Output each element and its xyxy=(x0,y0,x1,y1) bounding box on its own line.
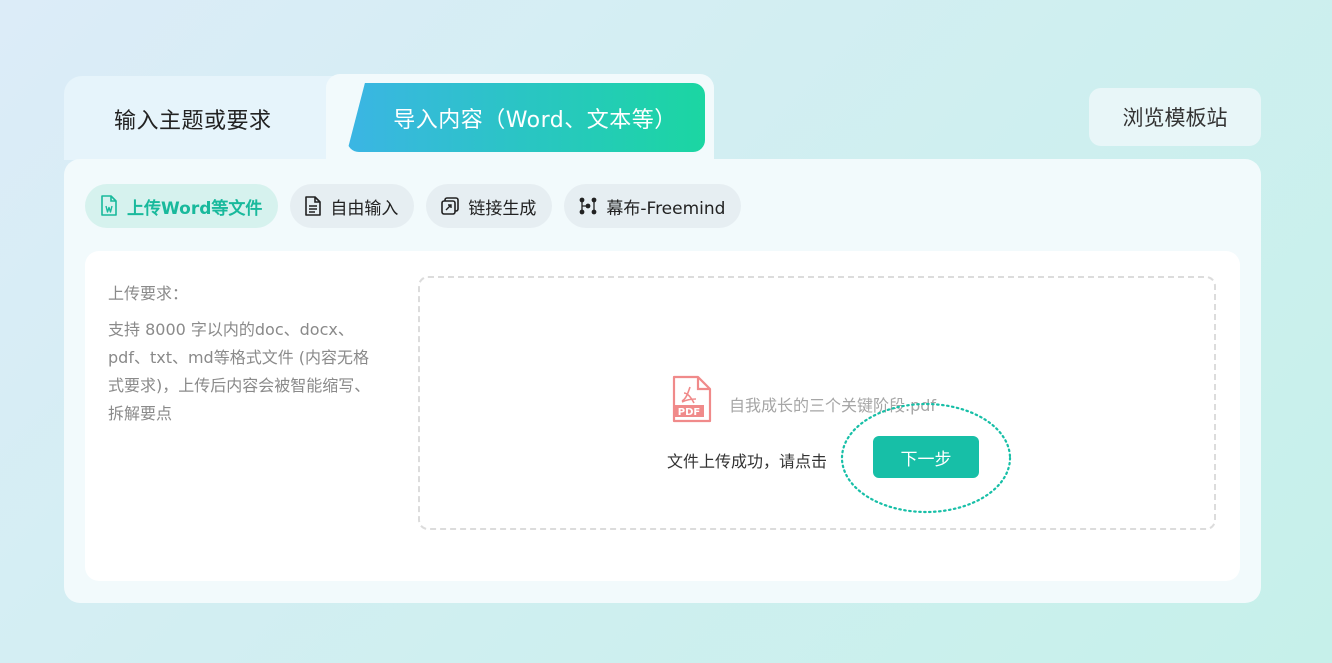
subtab-link-generate[interactable]: 链接生成 xyxy=(426,184,553,228)
mindmap-icon xyxy=(579,197,597,215)
subtab-free-input[interactable]: 自由输入 xyxy=(290,184,415,228)
tab-topic-label: 输入主题或要求 xyxy=(114,109,272,134)
requirements-text: 支持 8000 字以内的doc、docx、pdf、txt、md等格式文件 (内容… xyxy=(108,320,371,423)
next-step-button[interactable]: 下一步 xyxy=(873,436,979,478)
subtab-label: 链接生成 xyxy=(468,198,537,219)
document-icon xyxy=(305,196,322,216)
tab-import[interactable]: 导入内容（Word、文本等） xyxy=(347,83,705,152)
upload-success-text: 文件上传成功，请点击 xyxy=(667,452,828,471)
browse-templates-button[interactable]: 浏览模板站 xyxy=(1089,88,1261,146)
uploaded-file-name: 自我成长的三个关键阶段.pdf xyxy=(729,396,937,415)
svg-text:PDF: PDF xyxy=(678,407,700,418)
requirements-title: 上传要求： xyxy=(108,284,189,303)
pdf-file-icon: PDF xyxy=(670,375,714,427)
subtab-label: 幕布-Freemind xyxy=(606,198,726,219)
subtab-label: 上传Word等文件 xyxy=(127,198,263,219)
subtab-bar: 上传Word等文件 自由输入 链接生成 幕布-Freemind xyxy=(85,184,742,228)
subtab-mubu-freemind[interactable]: 幕布-Freemind xyxy=(564,184,742,228)
link-icon xyxy=(441,197,460,215)
subtab-upload-word[interactable]: 上传Word等文件 xyxy=(85,184,279,228)
tab-import-label: 导入内容（Word、文本等） xyxy=(393,107,677,133)
word-file-icon xyxy=(101,195,117,216)
subtab-label: 自由输入 xyxy=(330,198,399,219)
